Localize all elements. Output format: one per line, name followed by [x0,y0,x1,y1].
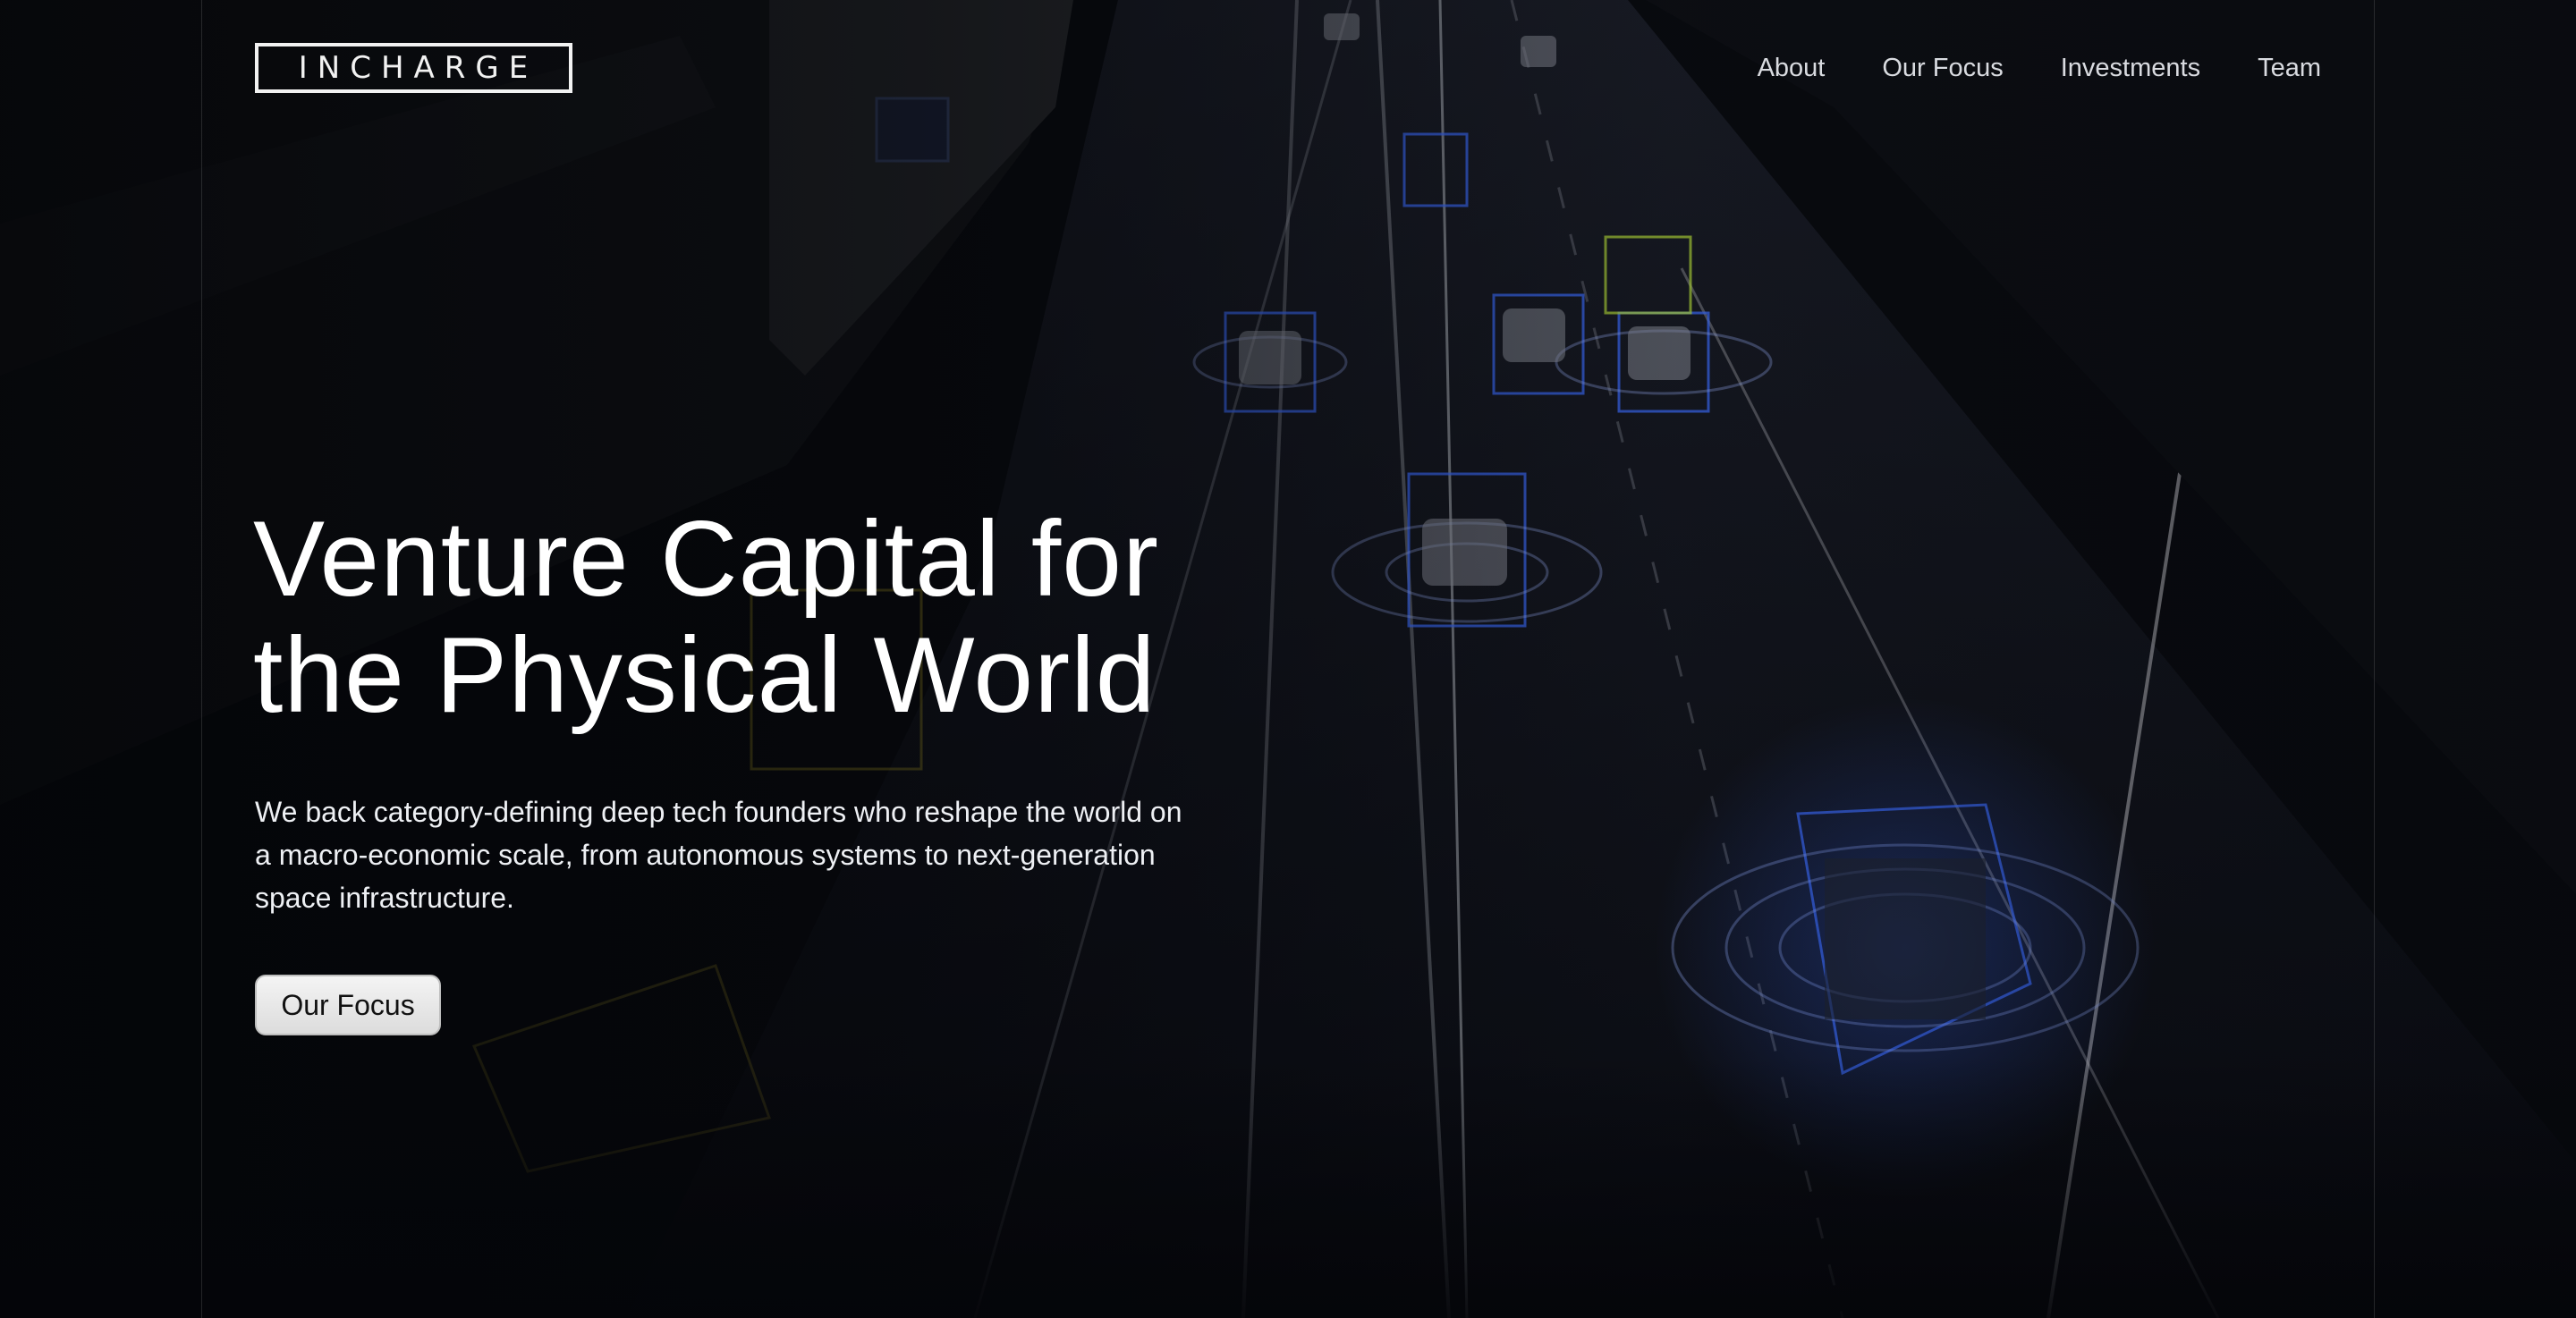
incharge-logo[interactable]: INCHARGE [255,43,572,93]
logo-wordmark: INCHARGE [298,50,538,86]
nav-link-our-focus[interactable]: Our Focus [1882,52,2003,84]
nav-link-team[interactable]: Team [2258,52,2321,84]
hero-heading-line-1: Venture Capital for [253,499,1159,619]
nav-link-about[interactable]: About [1758,52,1826,84]
nav-link-investments[interactable]: Investments [2061,52,2200,84]
our-focus-button[interactable]: Our Focus [255,975,441,1035]
hero-heading-line-2: the Physical World [253,615,1157,735]
hero-description: We back category-defining deep tech foun… [255,796,1182,914]
hero-section: INCHARGE About Our Focus Investments Tea… [0,0,2576,1318]
layout-guide-line-right [2374,0,2375,1318]
main-navigation: About Our Focus Investments Team [1758,52,2321,84]
layout-guide-line-left [201,0,202,1318]
hero-bottom-fade [0,1055,2576,1318]
hero-heading: Venture Capital for the Physical World [253,501,1326,733]
